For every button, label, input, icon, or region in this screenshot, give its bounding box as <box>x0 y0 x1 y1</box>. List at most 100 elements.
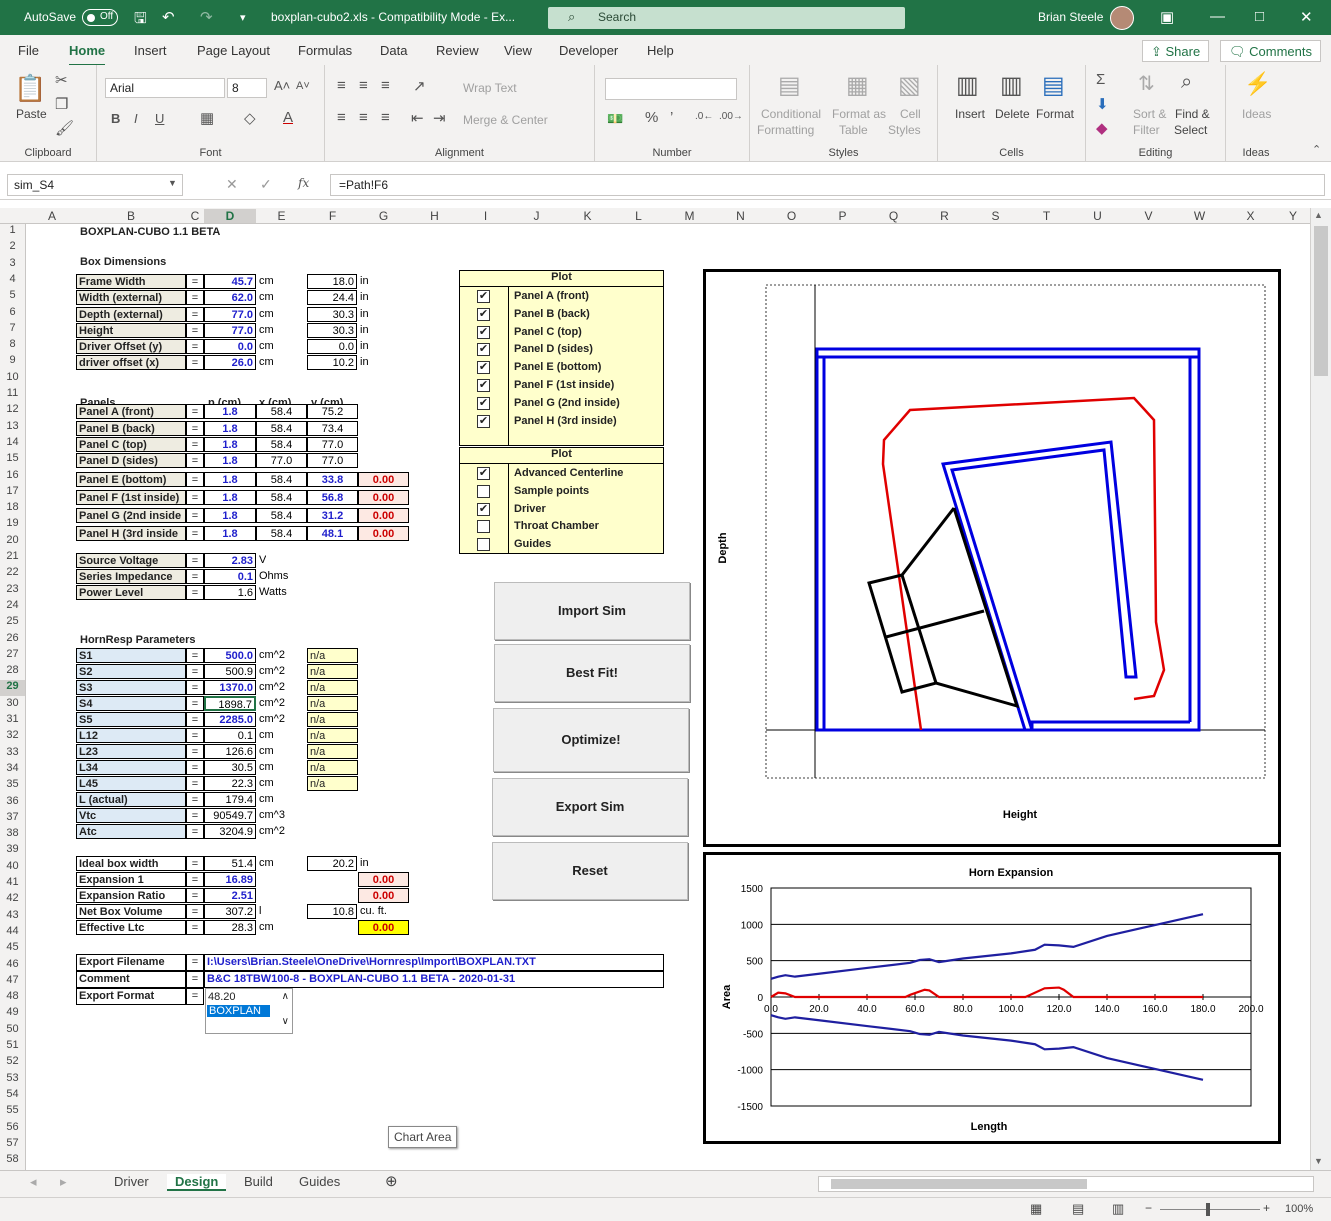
row-header[interactable]: 58 <box>0 1153 25 1169</box>
tab-file[interactable]: File <box>18 43 39 58</box>
source-value[interactable]: 0.1 <box>204 569 256 584</box>
panel-p-value[interactable]: 1.8 <box>204 421 256 436</box>
row-header[interactable]: 41 <box>0 876 25 892</box>
row-header[interactable]: 25 <box>0 615 25 631</box>
hornresp-value[interactable]: 2285.0 <box>204 712 256 727</box>
box-value[interactable]: 77.0 <box>204 323 256 338</box>
row-header[interactable]: 37 <box>0 811 25 827</box>
checkbox[interactable]: ✔ <box>477 325 490 339</box>
row-header[interactable]: 23 <box>0 583 25 599</box>
panel-y-value[interactable]: 56.8 <box>307 490 358 505</box>
sort-filter-button[interactable]: Sort & <box>1133 107 1166 121</box>
row-header[interactable]: 50 <box>0 1023 25 1039</box>
row-header[interactable]: 15 <box>0 452 25 468</box>
hornresp-value[interactable]: 30.5 <box>204 760 256 775</box>
hornresp-na[interactable]: n/a <box>307 760 358 775</box>
hornresp-value[interactable]: 179.4 <box>204 792 256 807</box>
row-header[interactable]: 42 <box>0 892 25 908</box>
increase-decimal-icon[interactable]: .0← <box>695 111 713 122</box>
ideal-value[interactable]: 51.4 <box>204 856 256 871</box>
scroll-thumb[interactable] <box>1314 226 1328 376</box>
row-header[interactable]: 27 <box>0 648 25 664</box>
align-middle-icon[interactable]: ≡ <box>359 77 368 94</box>
expansion-check[interactable]: 0.00 <box>358 872 409 887</box>
formula-input[interactable]: =Path!F6 <box>330 174 1325 196</box>
checkbox[interactable]: ✔ <box>477 414 490 428</box>
ratio-check[interactable]: 0.00 <box>358 888 409 903</box>
hornresp-value[interactable]: 0.1 <box>204 728 256 743</box>
zoom-slider-thumb[interactable] <box>1206 1203 1210 1216</box>
column-header[interactable]: J <box>511 209 562 223</box>
column-header[interactable]: D <box>204 209 256 223</box>
box-value[interactable]: 26.0 <box>204 355 256 370</box>
row-header[interactable]: 53 <box>0 1072 25 1088</box>
cut-icon[interactable]: ✂ <box>55 71 68 89</box>
hornresp-value[interactable]: 3204.9 <box>204 824 256 839</box>
zoom-slider[interactable] <box>1160 1209 1260 1210</box>
align-bottom-icon[interactable]: ≡ <box>381 77 390 94</box>
panel-p-value[interactable]: 1.8 <box>204 453 256 468</box>
row-header[interactable]: 55 <box>0 1104 25 1120</box>
row-header[interactable]: 11 <box>0 387 25 403</box>
panel-x-value[interactable]: 77.0 <box>256 453 307 468</box>
horn-expansion-chart[interactable]: Horn Expansion 1500 1000 500 0 -500 -1000 -1500… <box>703 852 1281 1144</box>
cell-styles-button[interactable]: Cell <box>900 107 921 121</box>
inches-value[interactable]: 30.3 <box>307 307 357 322</box>
panel-p-value[interactable]: 1.8 <box>204 508 256 523</box>
panel-error[interactable]: 0.00 <box>358 508 409 523</box>
row-header[interactable]: 39 <box>0 843 25 859</box>
row-header[interactable]: 6 <box>0 306 25 322</box>
vertical-scrollbar[interactable]: ▲ ▼ <box>1310 208 1331 1170</box>
panel-p-value[interactable]: 1.8 <box>204 437 256 452</box>
box-value[interactable]: 77.0 <box>204 307 256 322</box>
row-header[interactable]: 31 <box>0 713 25 729</box>
zoom-out-icon[interactable]: − <box>1145 1201 1152 1215</box>
hornresp-na[interactable]: n/a <box>307 664 358 679</box>
tab-page-layout[interactable]: Page Layout <box>197 43 270 58</box>
panel-p-value[interactable]: 1.8 <box>204 472 256 487</box>
panel-x-value[interactable]: 58.4 <box>256 421 307 436</box>
align-center-icon[interactable]: ≡ <box>359 109 368 126</box>
fill-icon[interactable]: ⬇ <box>1096 95 1109 113</box>
scroll-up-icon[interactable]: ∧ <box>282 991 289 1002</box>
hornresp-value[interactable]: 22.3 <box>204 776 256 791</box>
column-header[interactable]: H <box>409 209 460 223</box>
checkbox[interactable]: ✔ <box>477 502 490 516</box>
align-right-icon[interactable]: ≡ <box>381 109 390 126</box>
font-name-select[interactable]: Arial <box>105 78 225 98</box>
row-header[interactable]: 34 <box>0 762 25 778</box>
scroll-down-icon[interactable]: ∨ <box>282 1016 289 1027</box>
panel-error[interactable]: 0.00 <box>358 526 409 541</box>
row-header[interactable]: 26 <box>0 632 25 648</box>
row-header[interactable]: 57 <box>0 1137 25 1153</box>
column-header[interactable]: B <box>76 209 186 223</box>
export-value[interactable]: I:\Users\Brian.Steele\OneDrive\Hornresp\… <box>204 954 664 971</box>
delete-cells-button[interactable]: Delete <box>995 107 1030 121</box>
row-header[interactable]: 20 <box>0 534 25 550</box>
checkbox[interactable]: ✔ <box>477 307 490 321</box>
format-as-table-button[interactable]: Format as <box>832 107 886 121</box>
inches-value[interactable]: 18.0 <box>307 274 357 289</box>
panel-y-value[interactable]: 33.8 <box>307 472 358 487</box>
column-header[interactable]: R <box>919 209 970 223</box>
ideas-button[interactable]: Ideas <box>1242 107 1271 121</box>
source-value[interactable]: 1.6 <box>204 585 256 600</box>
ribbon-display-icon[interactable]: ▣ <box>1160 8 1174 26</box>
column-header[interactable]: U <box>1072 209 1123 223</box>
checkbox[interactable]: ✔ <box>477 290 490 303</box>
enter-icon[interactable]: ✓ <box>260 176 272 193</box>
box-value[interactable]: 0.0 <box>204 339 256 354</box>
worksheet-grid[interactable]: BOXPLAN-CUBO 1.1 BETA Box Dimensions Fra… <box>26 224 1310 1170</box>
decrease-indent-icon[interactable]: ⇤ <box>411 109 424 127</box>
font-color-icon[interactable]: A <box>283 109 293 126</box>
insert-cells-button[interactable]: Insert <box>955 107 985 121</box>
number-format-select[interactable] <box>605 78 737 100</box>
box-value[interactable]: 45.7 <box>204 274 256 289</box>
row-header[interactable]: 45 <box>0 941 25 957</box>
inches-value[interactable]: 24.4 <box>307 290 357 305</box>
column-header[interactable]: N <box>715 209 766 223</box>
tab-view[interactable]: View <box>504 43 532 58</box>
sheet-tab-guides[interactable]: Guides <box>299 1174 340 1189</box>
row-header[interactable]: 48 <box>0 990 25 1006</box>
horizontal-scrollbar[interactable] <box>818 1176 1314 1192</box>
